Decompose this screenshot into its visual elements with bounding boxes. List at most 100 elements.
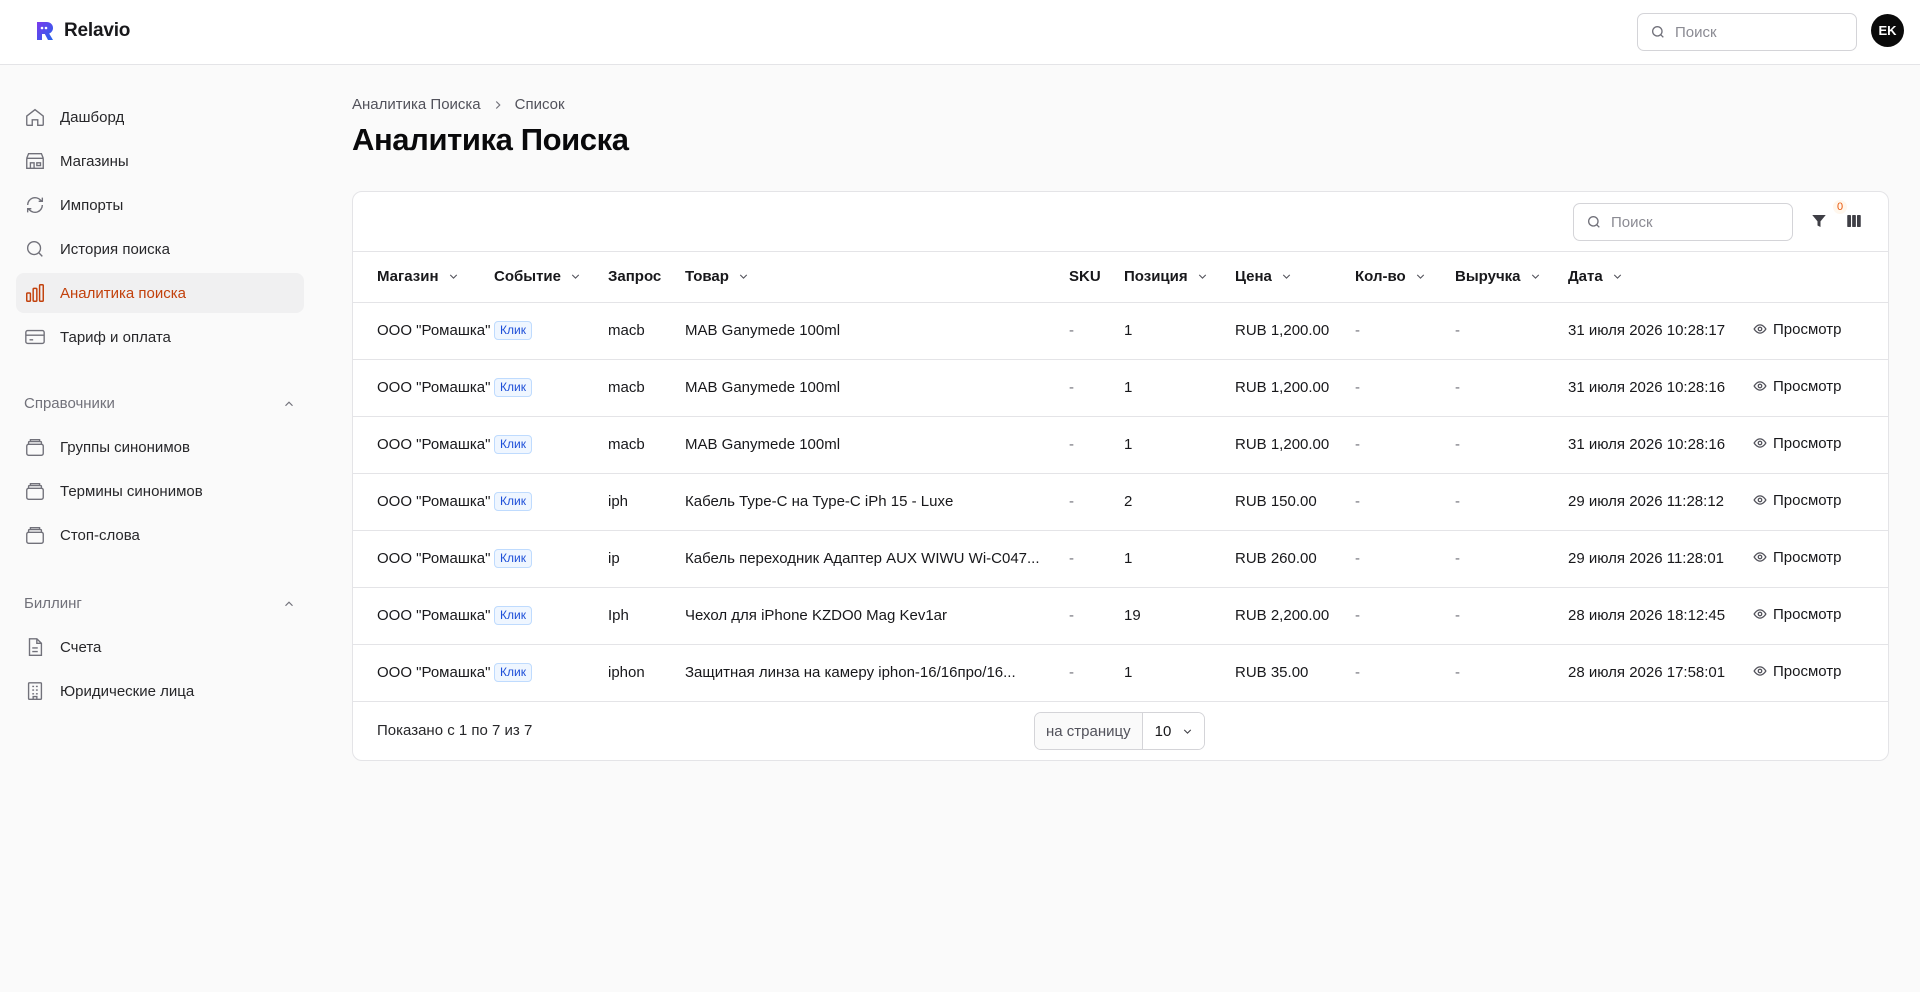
cell-store: ООО "Ромашка" — [353, 302, 494, 360]
cell-sku: - — [1069, 302, 1124, 360]
cell-query: Iph — [608, 587, 685, 645]
section-title: Справочники — [24, 395, 115, 412]
event-badge: Клик — [494, 492, 532, 511]
chevron-down-icon — [739, 274, 748, 280]
sidebar-item-label: Тариф и оплата — [60, 328, 171, 346]
view-label: Просмотр — [1773, 662, 1842, 680]
column-header-product[interactable]: Товар — [685, 252, 1069, 303]
cell-query: macb — [608, 302, 685, 360]
view-button[interactable]: Просмотр — [1753, 378, 1842, 395]
cell-sku: - — [1069, 587, 1124, 645]
cell-date: 31 июля 2026 10:28:17 — [1568, 302, 1753, 360]
home-icon — [26, 108, 44, 126]
table-row: ООО "Ромашка" Клик iphon Защитная линза на … — [353, 644, 1888, 702]
store-icon — [26, 152, 44, 170]
breadcrumb: Аналитика Поиска Список — [352, 96, 565, 113]
table-search-input[interactable] — [1611, 213, 1781, 231]
table-header-row: Магазин Событие Запрос Товар SKU Позиция… — [353, 252, 1888, 303]
cell-query: iphon — [608, 644, 685, 702]
cell-price: RUB 2,200.00 — [1235, 587, 1355, 645]
cell-sku: - — [1069, 644, 1124, 702]
analytics-table-card: 0 Магазин Событие Запрос Товар SKU Позиц… — [352, 191, 1889, 761]
eye-icon — [1753, 495, 1767, 505]
cell-product: MAB Ganymede 100ml — [685, 416, 1069, 474]
sidebar-item-label: История поиска — [60, 240, 170, 258]
sidebar-item-dashboard[interactable]: Дашборд — [16, 97, 304, 137]
sidebar-item-legal-entities[interactable]: Юридические лица — [16, 671, 304, 711]
document-icon — [28, 638, 43, 656]
cell-price: RUB 1,200.00 — [1235, 416, 1355, 474]
view-button[interactable]: Просмотр — [1753, 492, 1842, 509]
chevron-up-icon — [285, 600, 293, 606]
stack-icon — [26, 482, 44, 500]
event-badge: Клик — [494, 435, 532, 454]
logo[interactable]: Relavio — [33, 19, 130, 43]
cell-position: 2 — [1124, 473, 1235, 531]
chevron-down-icon — [1613, 274, 1621, 280]
column-header-position[interactable]: Позиция — [1124, 252, 1235, 303]
table-footer: Показано с 1 по 7 из 7 на страницу 10 — [353, 701, 1888, 760]
sidebar-item-billing-plan[interactable]: Тариф и оплата — [16, 317, 304, 357]
cell-position: 19 — [1124, 587, 1235, 645]
column-header-event[interactable]: Событие — [494, 252, 608, 303]
column-header-store[interactable]: Магазин — [353, 252, 494, 303]
column-header-actions — [1753, 252, 1888, 303]
view-button[interactable]: Просмотр — [1753, 435, 1842, 452]
sidebar-item-imports[interactable]: Импорты — [16, 185, 304, 225]
cell-store: ООО "Ромашка" — [353, 530, 494, 588]
sidebar-item-label: Юридические лица — [60, 682, 195, 700]
global-search-input[interactable] — [1675, 23, 1845, 41]
cell-revenue: - — [1455, 530, 1568, 588]
cell-query: macb — [608, 416, 685, 474]
per-page-select[interactable]: 10 — [1142, 713, 1205, 749]
cell-sku: - — [1069, 473, 1124, 531]
user-avatar[interactable]: EK — [1871, 14, 1904, 47]
sidebar-item-label: Аналитика поиска — [60, 284, 186, 302]
per-page-control: на страницу 10 — [1034, 712, 1206, 750]
cell-position: 1 — [1124, 530, 1235, 588]
table-row: ООО "Ромашка" Клик macb MAB Ganymede 100ml -… — [353, 359, 1888, 417]
columns-toggle-button[interactable] — [1842, 209, 1866, 233]
filter-button[interactable] — [1807, 209, 1831, 233]
sidebar-item-label: Дашборд — [60, 108, 125, 126]
cell-position: 1 — [1124, 302, 1235, 360]
column-header-price[interactable]: Цена — [1235, 252, 1355, 303]
table-search[interactable] — [1573, 203, 1793, 241]
cell-date: 28 июля 2026 18:12:45 — [1568, 587, 1753, 645]
stack-icon — [26, 438, 44, 456]
global-search[interactable] — [1637, 13, 1857, 51]
column-header-quantity[interactable]: Кол-во — [1355, 252, 1455, 303]
sidebar-item-stores[interactable]: Магазины — [16, 141, 304, 181]
sidebar-item-synonym-groups[interactable]: Группы синонимов — [16, 427, 304, 467]
cell-query: iph — [608, 473, 685, 531]
sidebar-section-billing[interactable]: Биллинг — [24, 595, 296, 612]
view-button[interactable]: Просмотр — [1753, 663, 1842, 680]
sidebar-item-search-history[interactable]: История поиска — [16, 229, 304, 269]
table-row: ООО "Ромашка" Клик ip Кабель переходник Ада… — [353, 530, 1888, 588]
sidebar-section-references[interactable]: Справочники — [24, 395, 296, 412]
sidebar-item-label: Термины синонимов — [60, 482, 203, 500]
view-button[interactable]: Просмотр — [1753, 321, 1842, 338]
sidebar-item-label: Счета — [60, 638, 102, 656]
sidebar-item-search-analytics[interactable]: Аналитика поиска — [16, 273, 304, 313]
cell-sku: - — [1069, 416, 1124, 474]
column-header-revenue[interactable]: Выручка — [1455, 252, 1568, 303]
sidebar-item-label: Группы синонимов — [60, 438, 190, 456]
cell-position: 1 — [1124, 359, 1235, 417]
page-title: Аналитика Поиска — [352, 122, 629, 157]
sidebar-item-synonym-terms[interactable]: Термины синонимов — [16, 471, 304, 511]
breadcrumb-parent[interactable]: Аналитика Поиска — [352, 96, 481, 113]
cell-actions: Просмотр — [1753, 416, 1888, 474]
cell-revenue: - — [1455, 302, 1568, 360]
search-icon — [1588, 216, 1600, 228]
chevron-right-icon — [495, 100, 501, 109]
cell-revenue: - — [1455, 644, 1568, 702]
analytics-table: Магазин Событие Запрос Товар SKU Позиция… — [353, 252, 1888, 702]
view-button[interactable]: Просмотр — [1753, 606, 1842, 623]
sidebar-item-invoices[interactable]: Счета — [16, 627, 304, 667]
column-header-date[interactable]: Дата — [1568, 252, 1753, 303]
cell-event: Клик — [494, 359, 608, 417]
event-badge: Клик — [494, 606, 532, 625]
sidebar-item-stop-words[interactable]: Стоп-слова — [16, 515, 304, 555]
view-button[interactable]: Просмотр — [1753, 549, 1842, 566]
